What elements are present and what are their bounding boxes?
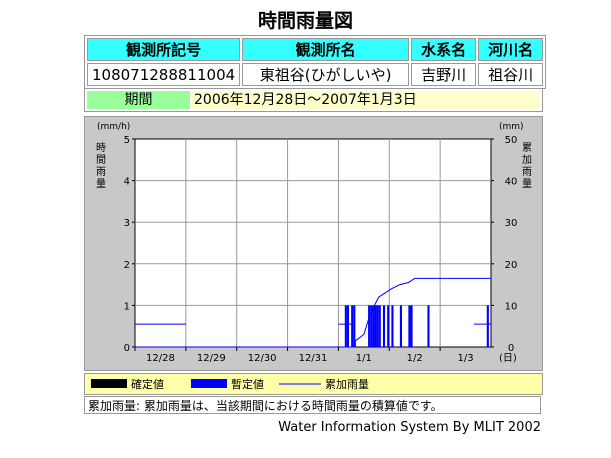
left-tick-label: 5	[124, 135, 130, 146]
right-tick-label: 30	[505, 218, 518, 229]
x-axis-unit: (日)	[499, 353, 517, 364]
cumulative-note: 累加雨量: 累加雨量は、当該期間における時間雨量の積算値です。	[84, 396, 541, 414]
x-tick-label: 1/2	[407, 353, 423, 364]
right-axis-title-char: 量	[522, 178, 532, 190]
x-tick-label: 1/3	[458, 353, 474, 364]
provisional-rain-bar	[378, 305, 381, 347]
right-tick-label: 50	[505, 135, 518, 146]
right-tick-label: 10	[505, 301, 518, 312]
left-tick-label: 0	[124, 343, 130, 354]
legend-confirmed-swatch	[91, 379, 127, 388]
right-axis-unit: (mm)	[499, 122, 524, 132]
legend-confirmed-label: 確定値	[131, 377, 164, 391]
station-code: 108071288811004	[87, 63, 241, 86]
left-axis-title-char: 量	[96, 178, 106, 190]
header-river-name: 河川名	[478, 38, 544, 61]
provisional-rain-bar	[346, 305, 350, 347]
provisional-rain-bar	[344, 305, 347, 347]
water-system: 吉野川	[411, 63, 477, 86]
right-axis-title-char: 加	[522, 154, 532, 166]
period-row: 期間 2006年12月28日～2007年1月3日	[84, 88, 543, 112]
period-label: 期間	[87, 91, 190, 109]
page-title: 時間雨量図	[257, 10, 353, 32]
provisional-rain-bar	[382, 305, 386, 347]
legend-cumulative-label: 累加雨量	[325, 378, 369, 391]
plot-area	[134, 138, 492, 348]
left-axis-title-char: 雨	[96, 167, 106, 178]
legend-provisional-swatch	[191, 379, 227, 388]
left-axis-title-char: 時	[96, 142, 106, 154]
x-tick-label: 12/31	[299, 353, 328, 364]
chart-frame: (mm/h) (mm) 時間雨量 累加雨量 0 1 2 3 4 5 0 10 20 30 40 50 1…	[84, 116, 543, 371]
provisional-rain-bar	[376, 305, 379, 347]
footer-credit: Water Information System By MLIT 2002	[278, 420, 541, 435]
provisional-rain-bar	[408, 305, 411, 347]
provisional-rain-bar	[387, 305, 390, 347]
right-axis-title: 累加雨量	[522, 142, 532, 190]
left-axis-title-char: 間	[96, 154, 106, 166]
provisional-rain-bar	[399, 305, 402, 347]
river-name: 祖谷川	[478, 63, 544, 86]
right-tick-label: 20	[505, 260, 518, 271]
provisional-rain-bar	[410, 305, 413, 347]
right-tick-label: 40	[505, 177, 518, 188]
legend-provisional-label: 暫定値	[231, 377, 264, 391]
provisional-rain-bar	[351, 305, 354, 347]
right-axis-title-char: 累	[522, 142, 532, 154]
x-tick-label: 1/1	[356, 353, 372, 364]
x-tick-label: 12/29	[197, 353, 226, 364]
left-tick-label: 3	[124, 218, 130, 229]
provisional-rain-bar	[427, 305, 430, 347]
header-station-name: 観測所名	[242, 38, 410, 61]
legend: 確定値 暫定値 累加雨量	[84, 373, 543, 395]
station-info-table: 観測所記号 観測所名 水系名 河川名 108071288811004 東祖谷(ひ…	[84, 35, 547, 89]
left-tick-label: 1	[124, 301, 130, 312]
provisional-rain-bar	[374, 305, 377, 347]
header-station-code: 観測所記号	[87, 38, 241, 61]
x-tick-label: 12/30	[248, 353, 277, 364]
header-water-system: 水系名	[411, 38, 477, 61]
provisional-rain-bar	[368, 305, 371, 347]
provisional-rain-bar	[372, 305, 375, 347]
left-axis-title: 時間雨量	[96, 142, 106, 190]
provisional-rain-bar	[391, 305, 394, 347]
right-axis-title-char: 雨	[522, 167, 532, 178]
left-tick-label: 2	[124, 260, 130, 271]
left-tick-label: 4	[124, 177, 130, 188]
period-value: 2006年12月28日～2007年1月3日	[192, 91, 540, 109]
provisional-rain-bar	[486, 305, 489, 347]
station-name: 東祖谷(ひがしいや)	[242, 63, 410, 86]
x-tick-label: 12/28	[146, 353, 175, 364]
rainfall-chart: (mm/h) (mm) 時間雨量 累加雨量 012345010203040501…	[96, 122, 532, 364]
left-axis-unit: (mm/h)	[97, 122, 130, 132]
